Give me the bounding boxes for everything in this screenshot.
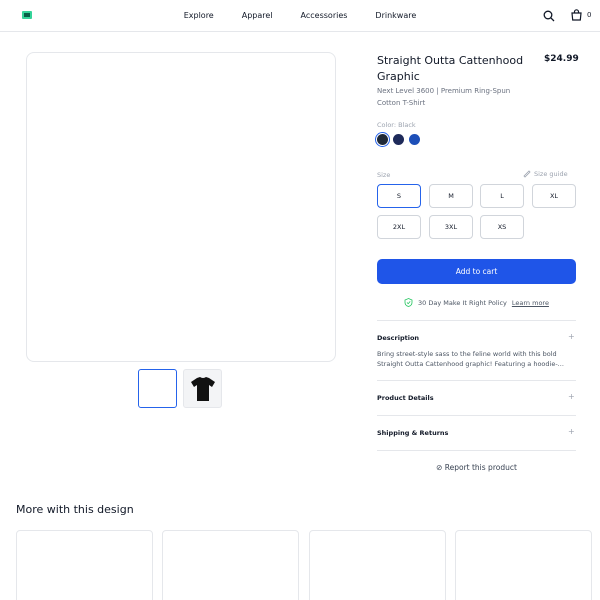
search-icon[interactable] [543,10,555,22]
design-card[interactable] [309,530,446,600]
description-toggle[interactable]: Description [377,334,419,342]
size-guide-link[interactable]: Size guide [523,170,568,178]
more-section-title: More with this design [16,503,134,516]
main-product-image[interactable] [26,52,336,362]
size-m[interactable]: M [429,184,473,208]
color-swatches [375,132,420,147]
divider [377,450,576,451]
size-s[interactable]: S [377,184,421,208]
nav-drinkware[interactable]: Drinkware [361,11,430,20]
report-product-link[interactable]: ⊘ Report this product [377,463,576,472]
design-card[interactable] [16,530,153,600]
size-3xl[interactable]: 3XL [429,215,473,239]
description-text: Bring street-style sass to the feline wo… [377,350,564,368]
shipping-returns-plus-icon[interactable]: + [568,427,575,436]
size-xs[interactable]: XS [480,215,524,239]
size-xl[interactable]: XL [532,184,576,208]
size-guide-label: Size guide [534,170,568,178]
size-label: Size [377,171,391,179]
product-title: Straight Outta Cattenhood Graphic [377,54,524,83]
product-price: $24.99 [544,54,579,64]
swatch-black[interactable] [375,132,390,147]
swatch-navy[interactable] [393,134,404,145]
product-details-plus-icon[interactable]: + [568,392,575,401]
description-plus-icon[interactable]: + [568,332,575,341]
thumbnail-2[interactable] [183,369,222,408]
nav-accessories[interactable]: Accessories [287,11,362,20]
learn-more-link[interactable]: Learn more [512,299,549,307]
policy-text: 30 Day Make It Right Policy [418,298,507,307]
color-label: Color: Black [377,121,416,129]
shield-check-icon [404,298,413,307]
cart-count: 0 [587,11,592,19]
ruler-icon [523,170,531,178]
thumbnail-1[interactable] [138,369,177,408]
add-to-cart-button[interactable]: Add to cart [377,259,576,284]
nav-apparel[interactable]: Apparel [228,11,287,20]
tshirt-icon [190,376,215,401]
size-2xl[interactable]: 2XL [377,215,421,239]
divider [377,380,576,381]
shipping-returns-toggle[interactable]: Shipping & Returns [377,429,448,437]
divider [377,320,576,321]
cart-button[interactable]: 0 [571,9,591,21]
product-subtitle: Next Level 3600 | Premium Ring-Spun Cott… [377,87,511,107]
swatch-blue[interactable] [409,134,420,145]
main-nav: Explore Apparel Accessories Drinkware [0,0,600,30]
shopping-bag-icon [571,9,582,21]
design-card[interactable] [455,530,592,600]
product-details-toggle[interactable]: Product Details [377,394,434,402]
site-header: Explore Apparel Accessories Drinkware 0 [0,0,600,32]
divider [377,415,576,416]
nav-explore[interactable]: Explore [170,11,228,20]
size-l[interactable]: L [480,184,524,208]
policy-row: 30 Day Make It Right Policy Learn more [377,298,576,307]
design-card[interactable] [162,530,299,600]
